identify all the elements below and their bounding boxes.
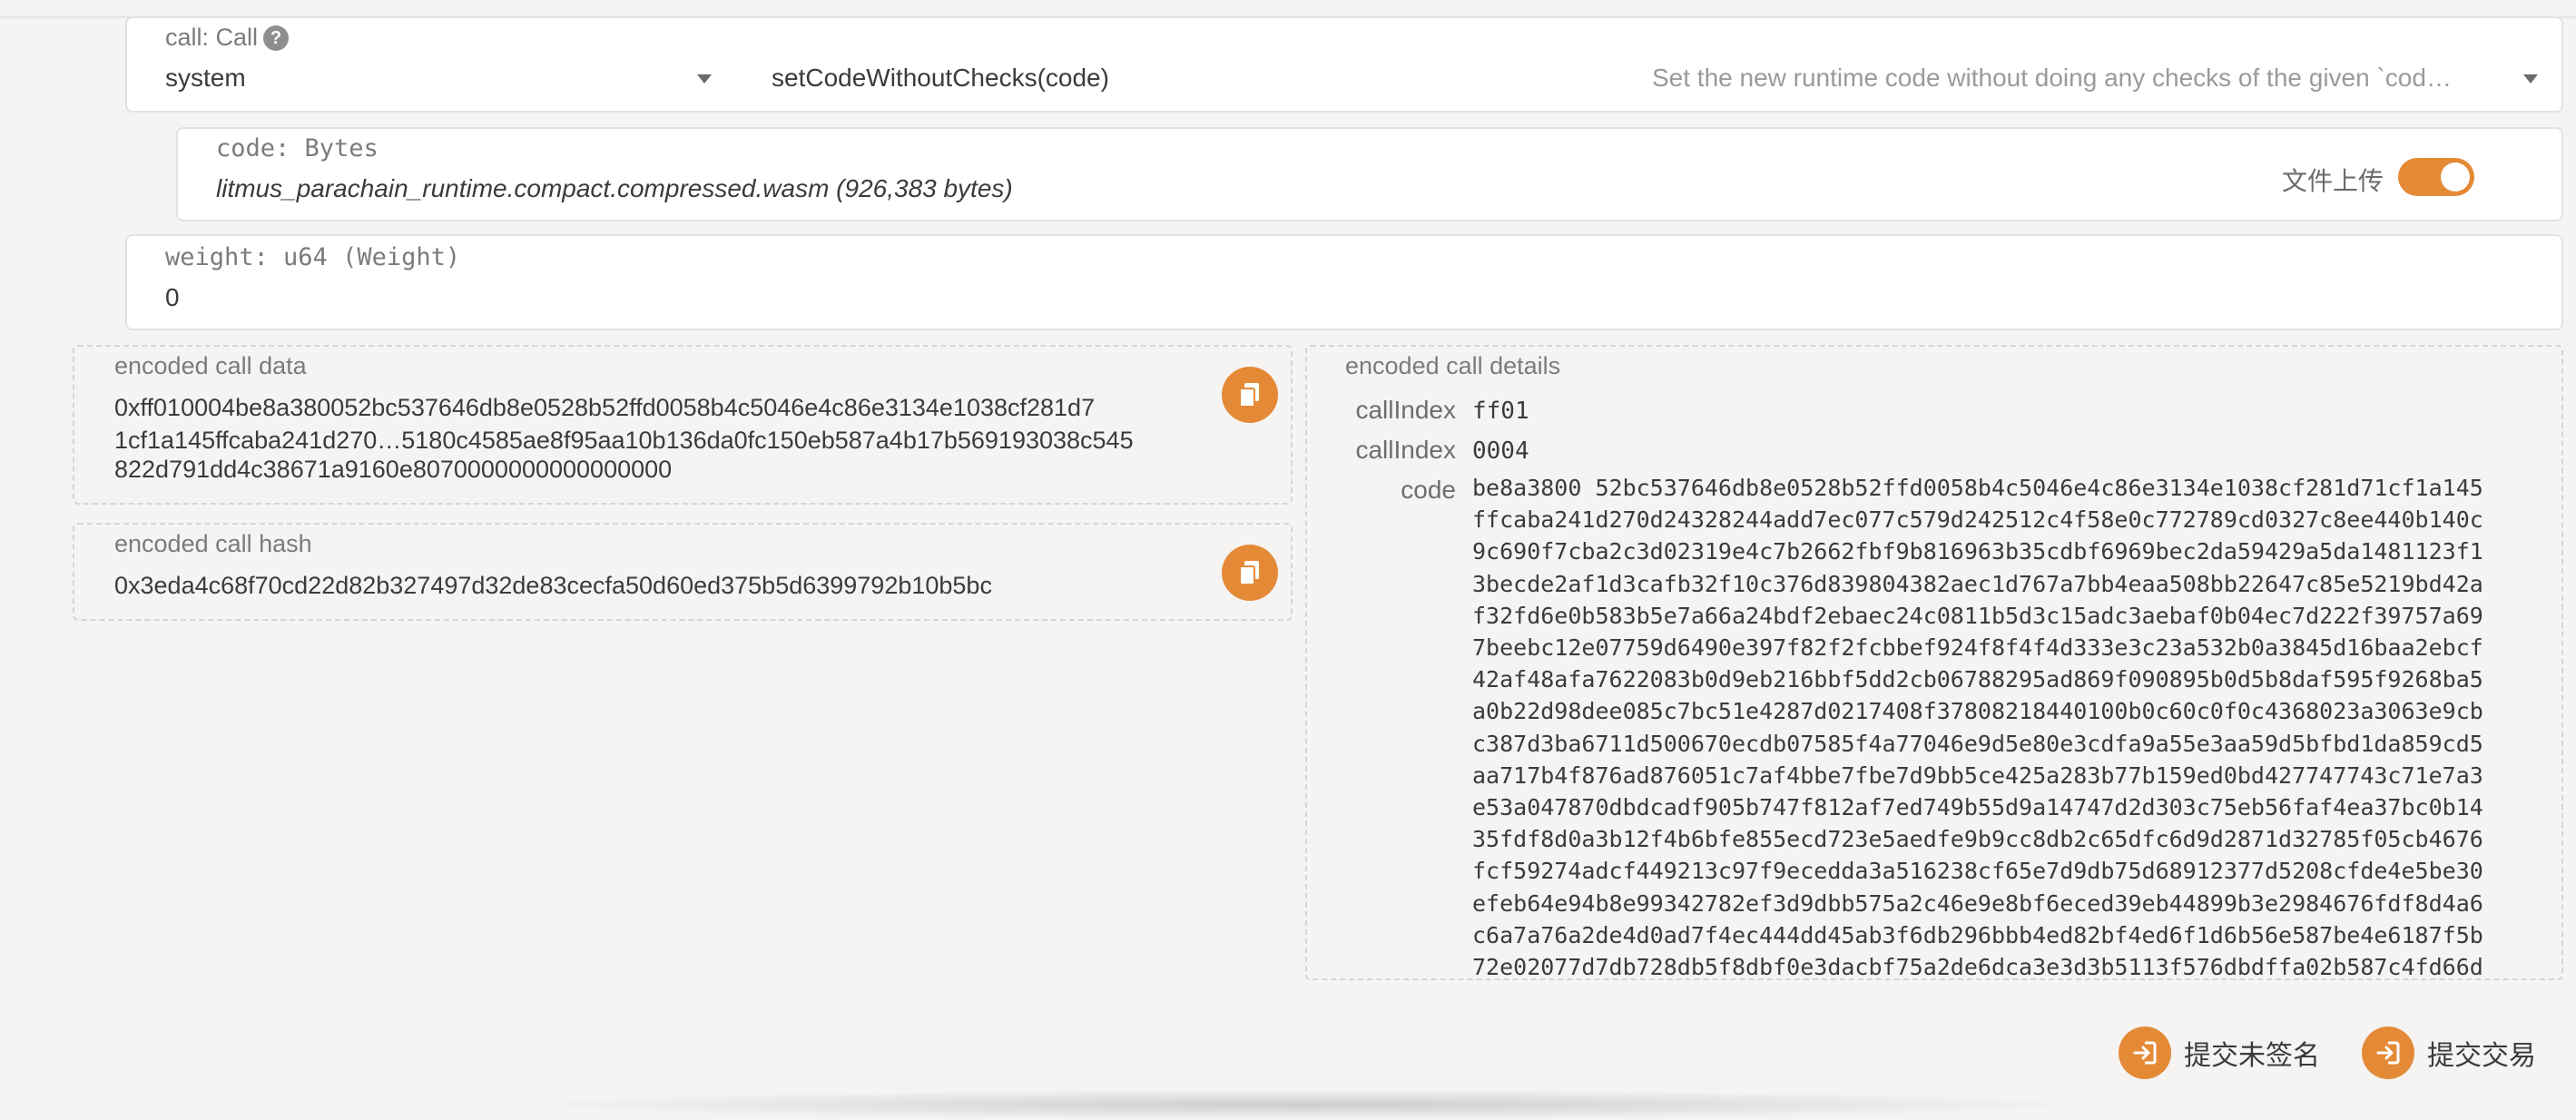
method-dropdown-chevron-icon[interactable] bbox=[2523, 74, 2538, 84]
code-line: 35fdf8d0a3b12f4b6bfe855ecd723e5aedfe9b9c… bbox=[1472, 826, 2483, 853]
sign-in-icon bbox=[2119, 1027, 2171, 1079]
call-label: call: Call? bbox=[165, 24, 290, 52]
copy-icon bbox=[1239, 561, 1259, 585]
code-line: fcf59274adcf449213c97f9ecedda3a516238cf6… bbox=[1472, 858, 2483, 885]
encoded-call-hash-value: 0x3eda4c68f70cd22d82b327497d32de83cecfa5… bbox=[114, 572, 992, 599]
submit-unsigned-button[interactable]: 提交未签名 bbox=[2119, 1026, 2320, 1080]
file-upload-label: 文件上传 bbox=[2282, 167, 2384, 195]
weight-value: 0 bbox=[165, 283, 180, 311]
code-line: 7beebc12e07759d6490e397f82f2fcbbef924f8f… bbox=[1472, 634, 2483, 662]
method-description: Set the new runtime code without doing a… bbox=[1652, 64, 2452, 92]
call-selector: call: Call? system setCodeWithoutChecks(… bbox=[125, 16, 2563, 113]
encoded-call-data-line: 1cf1a145ffcaba241d270…5180c4585ae8f95aa1… bbox=[114, 427, 1134, 454]
submit-transaction-label: 提交交易 bbox=[2427, 1041, 2536, 1071]
code-line: efeb64e94b8e99342782ef3d9dbb575a2c46e9e8… bbox=[1472, 889, 2483, 917]
weight-param-field[interactable]: weight: u64 (Weight) 0 bbox=[125, 234, 2563, 330]
help-icon[interactable]: ? bbox=[263, 25, 290, 51]
sign-in-icon bbox=[2362, 1027, 2414, 1079]
encoded-call-data-panel: encoded call data 0xff010004be8a380052bc… bbox=[73, 345, 1293, 505]
pallet-dropdown-value[interactable]: system bbox=[165, 64, 246, 93]
code-line: 72e02077d7db728db5f8dbf0e3dacbf75a2de6dc… bbox=[1472, 954, 2483, 977]
encoded-call-data-line: 0xff010004be8a380052bc537646db8e0528b52f… bbox=[114, 394, 1096, 421]
call-index-key: callIndex bbox=[1355, 436, 1456, 464]
call-index-key: callIndex bbox=[1355, 396, 1456, 424]
encoded-call-details-label: encoded call details bbox=[1345, 352, 1561, 379]
code-line: 42af48afa7622083b0d9eb216bbf5dd2cb067882… bbox=[1472, 666, 2483, 693]
bottom-shadow bbox=[508, 1089, 2106, 1120]
code-param-field[interactable]: code: Bytes litmus_parachain_runtime.com… bbox=[176, 127, 2563, 221]
code-line: c6a7a76a2de4d0ad7f4ec444dd45ab3f6db296bb… bbox=[1472, 921, 2483, 948]
encoded-call-data-label: encoded call data bbox=[114, 352, 307, 379]
submit-transaction-button[interactable]: 提交交易 bbox=[2362, 1026, 2536, 1080]
submit-unsigned-label: 提交未签名 bbox=[2184, 1041, 2320, 1071]
code-hex-dump: be8a3800 52bc537646db8e0528b52ffd0058b4c… bbox=[1472, 472, 2489, 977]
code-line: aa717b4f876ad876051c7af4bbe7fbe7d9bb5ce4… bbox=[1472, 761, 2483, 789]
toggle-knob bbox=[2441, 162, 2470, 192]
code-line: f32fd6e0b583b5e7a66a24bdf2ebaec24c0811b5… bbox=[1472, 602, 2483, 629]
copy-call-hash-button[interactable] bbox=[1222, 545, 1278, 601]
call-label-text: call: Call bbox=[165, 24, 259, 51]
encoded-call-hash-label: encoded call hash bbox=[114, 530, 312, 557]
copy-call-data-button[interactable] bbox=[1222, 367, 1278, 423]
top-divider bbox=[0, 0, 2576, 18]
encoded-call-data-line: 822d791dd4c38671a9160e807000000000000000… bbox=[114, 456, 673, 483]
call-index-value: ff01 bbox=[1472, 398, 1529, 425]
copy-icon bbox=[1239, 383, 1259, 408]
code-line: e53a047870dbdcadf905b747f812af7ed749b55d… bbox=[1472, 794, 2483, 821]
code-key: code bbox=[1401, 476, 1456, 504]
weight-param-label: weight: u64 (Weight) bbox=[165, 243, 461, 271]
file-upload-toggle[interactable] bbox=[2398, 158, 2474, 196]
code-line: a0b22d98dee085c7bc51e4287d0217408f378082… bbox=[1472, 698, 2483, 725]
code-param-label: code: Bytes bbox=[216, 134, 379, 162]
encoded-call-hash-panel: encoded call hash 0x3eda4c68f70cd22d82b3… bbox=[73, 523, 1293, 621]
code-line: be8a3800 52bc537646db8e0528b52ffd0058b4c… bbox=[1472, 475, 2483, 501]
method-dropdown-value[interactable]: setCodeWithoutChecks(code) bbox=[772, 64, 1109, 93]
call-index-value: 0004 bbox=[1472, 437, 1529, 465]
code-line: c387d3ba6711d500670ecdb07585f4a77046e9d5… bbox=[1472, 730, 2483, 757]
code-file-name: litmus_parachain_runtime.compact.compres… bbox=[216, 174, 1013, 202]
code-line: 3becde2af1d3cafb32f10c376d839804382aec1d… bbox=[1472, 570, 2483, 597]
pallet-dropdown-chevron-icon[interactable] bbox=[697, 74, 712, 84]
code-line: ffcaba241d270d24328244add7ec077c579d2425… bbox=[1472, 506, 2483, 534]
code-line: 9c690f7cba2c3d02319e4c7b2662fbf9b816963b… bbox=[1472, 538, 2483, 565]
